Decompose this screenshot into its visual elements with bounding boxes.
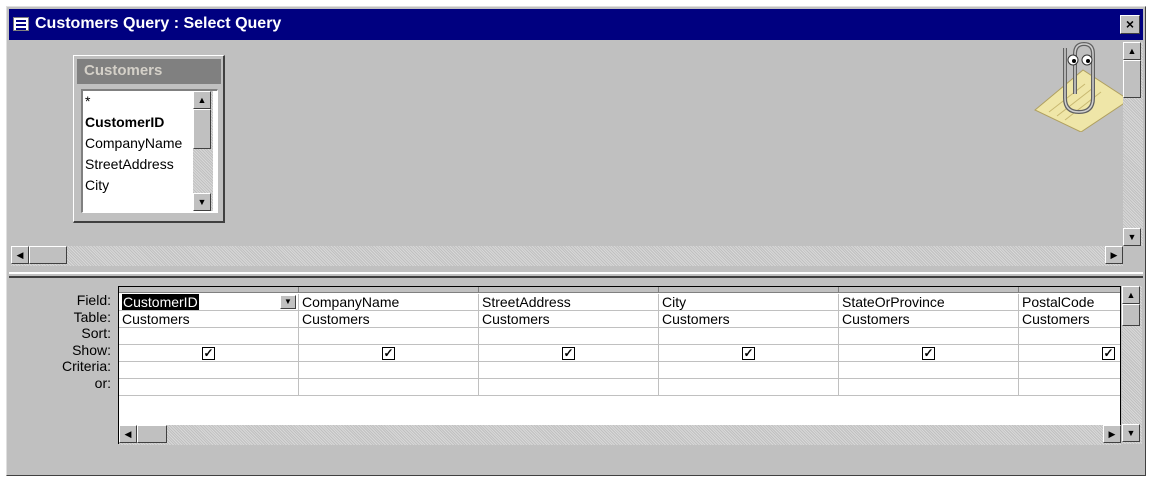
scroll-thumb[interactable] (1122, 304, 1140, 326)
scroll-down-arrow-icon[interactable]: ▼ (1122, 424, 1140, 442)
table-cell[interactable]: Customers (659, 311, 839, 328)
sort-cell[interactable] (479, 328, 659, 345)
or-cell[interactable] (659, 379, 839, 396)
field-list-scrollbar[interactable]: ▲ ▼ (193, 91, 213, 211)
column-selector[interactable] (479, 287, 659, 293)
table-cell[interactable]: Customers (299, 311, 479, 328)
sort-cell[interactable] (1019, 328, 1120, 345)
show-row-label: Show: (72, 341, 111, 358)
design-grid-pane: Field: Table: Sort: Show: Criteria: or: … (9, 278, 1143, 474)
dropdown-arrow-icon[interactable]: ▼ (280, 295, 296, 309)
field-name: CompanyName (302, 294, 400, 310)
table-cell[interactable]: Customers (119, 311, 299, 328)
field-name: StateOrProvince (842, 294, 945, 310)
field-name: StreetAddress (482, 294, 571, 310)
scroll-up-arrow-icon[interactable]: ▲ (1123, 42, 1141, 60)
sort-row-label: Sort: (81, 325, 111, 341)
or-cell[interactable] (299, 379, 479, 396)
show-cell[interactable]: ✓ (119, 345, 299, 362)
field-list-title[interactable]: Customers (77, 59, 221, 84)
scroll-left-arrow-icon[interactable]: ◀ (119, 425, 137, 443)
criteria-cell[interactable] (1019, 362, 1120, 379)
field-row-label: Field: (76, 292, 111, 308)
window-title: Customers Query : Select Query (35, 15, 282, 32)
grid-row-labels: Field: Table: Sort: Show: Criteria: or: (9, 292, 113, 391)
column-selector[interactable] (659, 287, 839, 293)
criteria-cell[interactable] (659, 362, 839, 379)
title-bar[interactable]: Customers Query : Select Query × (9, 9, 1143, 40)
field-cell[interactable]: PostalCode (1019, 294, 1120, 311)
scroll-thumb[interactable] (29, 246, 67, 264)
criteria-cell[interactable] (839, 362, 1019, 379)
show-checkbox[interactable]: ✓ (742, 347, 755, 360)
show-checkbox[interactable]: ✓ (382, 347, 395, 360)
field-cell[interactable]: CompanyName (299, 294, 479, 311)
or-cell[interactable] (479, 379, 659, 396)
scroll-up-arrow-icon[interactable]: ▲ (193, 91, 211, 109)
query-window-icon[interactable] (13, 17, 29, 31)
or-cell[interactable] (839, 379, 1019, 396)
show-cell[interactable]: ✓ (299, 345, 479, 362)
or-cell[interactable] (119, 379, 299, 396)
criteria-row-label: Criteria: (61, 358, 111, 374)
table-pane[interactable]: Customers * CustomerID CompanyName Stree… (9, 40, 1143, 272)
sort-cell[interactable] (659, 328, 839, 345)
show-checkbox[interactable]: ✓ (202, 347, 215, 360)
column-selector[interactable] (839, 287, 1019, 293)
field-cell[interactable]: StreetAddress (479, 294, 659, 311)
sort-cell[interactable] (119, 328, 299, 345)
scroll-thumb[interactable] (193, 109, 211, 149)
field-name: City (662, 294, 687, 310)
scroll-right-arrow-icon[interactable]: ▶ (1105, 246, 1123, 264)
sort-cell[interactable] (839, 328, 1019, 345)
criteria-cell[interactable] (119, 362, 299, 379)
grid-vertical-scrollbar[interactable]: ▲ ▼ (1122, 286, 1142, 444)
close-button[interactable]: × (1120, 15, 1140, 34)
or-cell[interactable] (1019, 379, 1120, 396)
grid-horizontal-scrollbar[interactable]: ◀ ▶ (119, 425, 1121, 445)
scroll-thumb[interactable] (1123, 60, 1141, 98)
criteria-cell[interactable] (299, 362, 479, 379)
customers-field-list[interactable]: Customers * CustomerID CompanyName Stree… (73, 55, 225, 223)
field-cell[interactable]: City (659, 294, 839, 311)
scroll-right-arrow-icon[interactable]: ▶ (1103, 425, 1121, 443)
scroll-left-arrow-icon[interactable]: ◀ (11, 246, 29, 264)
show-cell[interactable]: ✓ (659, 345, 839, 362)
sort-cell[interactable] (299, 328, 479, 345)
scroll-down-arrow-icon[interactable]: ▼ (193, 193, 211, 211)
column-selector[interactable] (299, 287, 479, 293)
criteria-cell[interactable] (479, 362, 659, 379)
table-row-label: Table: (73, 308, 111, 325)
scroll-down-arrow-icon[interactable]: ▼ (1123, 228, 1141, 246)
table-cell[interactable]: Customers (479, 311, 659, 328)
table-cell[interactable]: Customers (1019, 311, 1120, 328)
show-cell[interactable]: ✓ (1019, 345, 1120, 362)
field-cell[interactable]: StateOrProvince (839, 294, 1019, 311)
show-cell[interactable]: ✓ (839, 345, 1019, 362)
field-name: PostalCode (1022, 294, 1095, 310)
scroll-thumb[interactable] (137, 425, 167, 443)
query-design-window: Customers Query : Select Query × Custome… (6, 6, 1146, 476)
table-cell[interactable]: Customers (839, 311, 1019, 328)
show-checkbox[interactable]: ✓ (562, 347, 575, 360)
or-row-label: or: (94, 374, 111, 391)
field-cell[interactable]: CustomerID ▼ (119, 294, 299, 311)
design-grid[interactable]: CustomerID ▼ Customers ✓ CompanyName Customer… (118, 286, 1121, 444)
office-assistant-clippy-icon[interactable] (1021, 40, 1131, 132)
show-checkbox[interactable]: ✓ (922, 347, 935, 360)
show-cell[interactable]: ✓ (479, 345, 659, 362)
column-selector[interactable] (1019, 287, 1120, 293)
table-pane-horizontal-scrollbar[interactable]: ◀ ▶ (11, 246, 1123, 266)
show-checkbox[interactable]: ✓ (1102, 347, 1115, 360)
column-selector[interactable] (119, 287, 299, 293)
field-name: CustomerID (122, 294, 199, 310)
table-pane-vertical-scrollbar[interactable]: ▲ ▼ (1123, 42, 1143, 246)
scroll-up-arrow-icon[interactable]: ▲ (1122, 286, 1140, 304)
